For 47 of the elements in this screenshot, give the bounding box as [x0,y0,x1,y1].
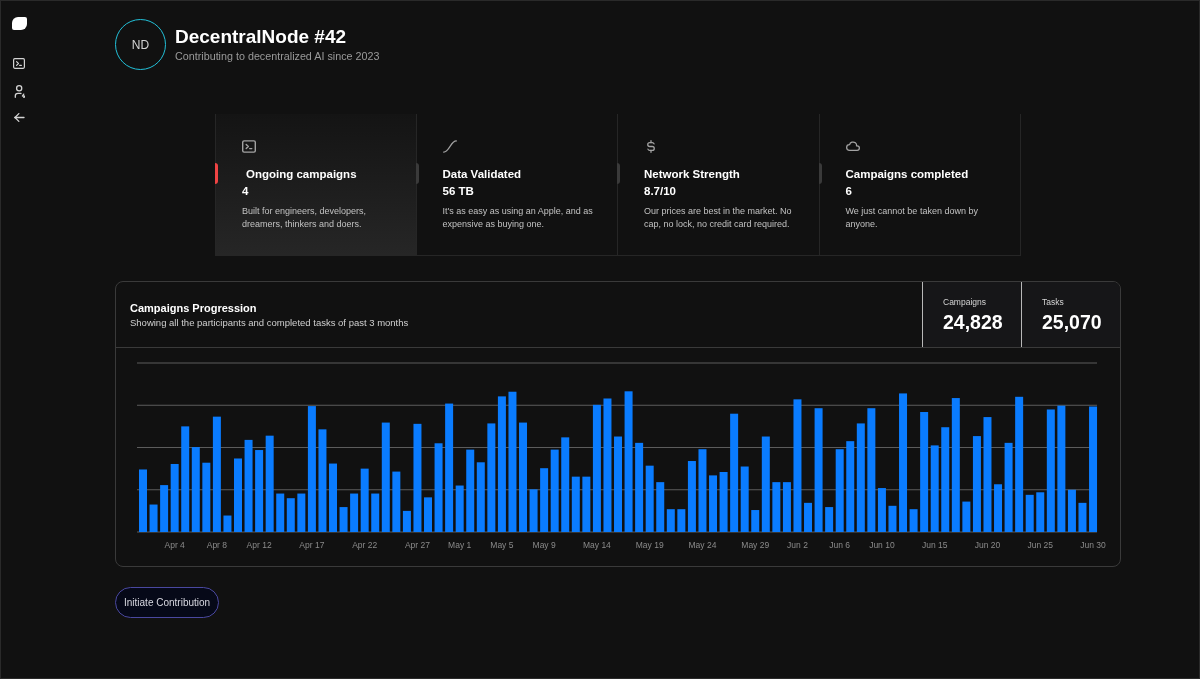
card-title: Ongoing campaigns [246,166,357,182]
axis-label: Apr 17 [299,540,325,550]
axis-label: Apr 12 [246,540,272,550]
chart-title: Campaigns Progression [130,300,258,315]
terminal-icon[interactable] [13,58,25,69]
metric-toggle[interactable]: Campaigns 24,828 [922,282,1021,347]
card-title: Campaigns completed [845,166,969,182]
metric-toggle[interactable]: Tasks 25,070 [1021,282,1120,347]
profile-name: DecentralNode #42 [175,25,348,49]
card-description: Our prices are best in the market. No cap, no lock, no credit card required. [644,205,793,230]
card-description: Built for engineers, developers, dreamers, thinkers and doers. [242,205,368,230]
axis-label: Jun 30 [1080,540,1106,550]
axis-label: Jun 20 [974,540,1001,550]
axis-label: Jun 15 [921,540,948,550]
card-title: Network Strength [644,166,740,182]
axis-label: May 19 [635,540,664,550]
card-value: 8.7/10 [644,184,676,199]
logo-icon[interactable] [11,17,27,30]
axis-label: May 24 [688,540,717,550]
axis-label: May 1 [448,540,472,550]
card-value: 56 TB [442,184,474,199]
axis-label: Apr 27 [404,540,430,550]
dollar-icon [644,140,658,153]
card-description: It's as easy as using an Apple, and as expensive as buying one. [442,205,594,230]
user-bolt-icon[interactable] [13,85,25,98]
card-description: We just cannot be taken down by anyone. [845,205,979,230]
axis-label: Jun 25 [1027,540,1054,550]
axis-label: May 14 [582,540,611,550]
card-value: 6 [845,184,852,199]
axis-label: May 9 [532,540,556,550]
axis-label: Apr 22 [352,540,378,550]
initiate-contribution-button[interactable]: Initiate Contribution [115,587,220,618]
cloud-icon [845,140,860,153]
axis-label: Apr 4 [164,540,185,550]
chart-subtitle: Showing all the participants and completed tasks of past 3 months [130,316,410,329]
axis-label: Jun 10 [869,540,895,550]
profile-tagline: Contributing to decentralized AI since 2023 [175,49,380,64]
curve-icon [442,140,457,153]
card-value: 4 [242,184,249,199]
axis-label: Apr 8 [206,540,228,550]
axis-label: Jun 6 [829,540,851,550]
axis-label: May 29 [741,540,770,550]
card-title: Data Validated [442,166,522,182]
axis-label: Jun 2 [787,540,808,550]
terminal-icon [242,140,256,153]
back-arrow-icon[interactable] [13,113,25,122]
axis-label: May 5 [490,540,514,550]
